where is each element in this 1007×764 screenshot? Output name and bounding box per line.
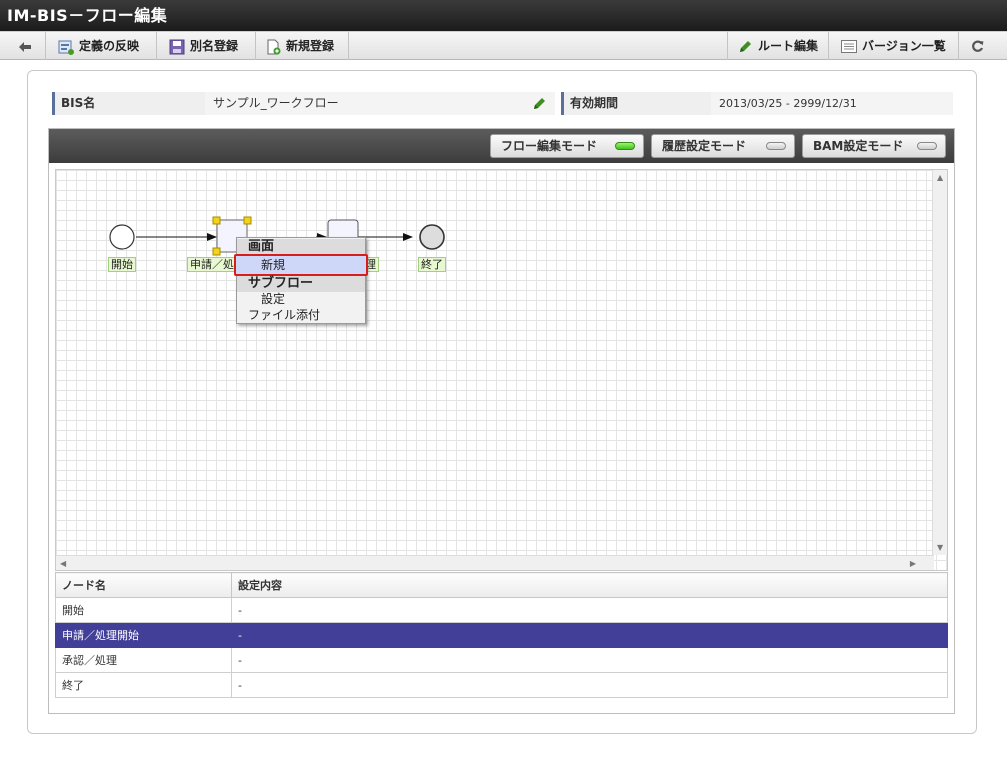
list-icon (841, 40, 857, 53)
new-document-icon (267, 39, 281, 54)
table-header-row: ノード名 設定内容 (55, 572, 948, 598)
flow-editor: フロー編集モード 履歴設定モード BAM設定モード 開始 申請／処 理 終了 ▲… (48, 128, 955, 714)
bis-name-text: サンプル_ワークフロー (213, 96, 339, 110)
bis-name-value: サンプル_ワークフロー (205, 92, 555, 115)
context-menu-section-subflow: サブフロー (237, 276, 365, 292)
refresh-icon (972, 40, 984, 52)
selection-handle (212, 216, 221, 225)
history-mode-button[interactable]: 履歴設定モード (651, 134, 795, 158)
back-button[interactable] (0, 32, 46, 60)
mode-bar: フロー編集モード 履歴設定モード BAM設定モード (49, 129, 954, 163)
vertical-scrollbar[interactable]: ▲ ▼ (932, 170, 947, 555)
context-menu-item-attach[interactable]: ファイル添付 (237, 307, 365, 323)
period-value: 2013/03/25 - 2999/12/31 (711, 92, 953, 115)
bis-name-label: BIS名 (52, 92, 205, 115)
version-list-button[interactable]: バージョン一覧 (828, 32, 958, 60)
context-menu: 画面 新規 サブフロー 設定 ファイル添付 (234, 237, 368, 324)
node-name-cell: 申請／処理開始 (55, 622, 232, 648)
inactive-indicator-icon (917, 142, 937, 150)
bam-mode-label: BAM設定モード (813, 139, 904, 153)
scroll-down-icon[interactable]: ▼ (937, 543, 943, 552)
start-node-label: 開始 (108, 257, 136, 272)
node-name-cell: 終了 (55, 672, 232, 698)
refresh-button[interactable] (958, 32, 1007, 60)
flow-edit-mode-label: フロー編集モード (501, 139, 598, 153)
route-edit-label: ルート編集 (758, 39, 819, 53)
period-label: 有効期間 (561, 92, 711, 115)
horizontal-scrollbar[interactable]: ◀ ▶ (56, 555, 934, 570)
column-header: 設定内容 (231, 572, 948, 598)
apply-definition-label: 定義の反映 (79, 39, 140, 53)
flow-diagram (109, 216, 445, 256)
active-indicator-icon (615, 142, 635, 150)
apply-definition-icon (58, 40, 74, 55)
context-menu-section-screen: 画面 (237, 239, 365, 255)
pencil-icon[interactable] (532, 96, 547, 111)
node-setting-cell: - (231, 647, 948, 673)
start-node (109, 224, 135, 250)
apply-node-label: 申請／処 (187, 257, 237, 272)
flow-canvas[interactable]: 開始 申請／処 理 終了 ▲ ▼ ◀ ▶ (55, 169, 948, 571)
bam-mode-button[interactable]: BAM設定モード (802, 134, 946, 158)
flow-edit-mode-button[interactable]: フロー編集モード (490, 134, 644, 158)
history-mode-label: 履歴設定モード (662, 139, 747, 153)
context-menu-item-new[interactable]: 新規 (234, 254, 368, 276)
inactive-indicator-icon (766, 142, 786, 150)
scroll-right-icon[interactable]: ▶ (910, 559, 916, 568)
arrow-left-icon (19, 41, 31, 52)
table-row[interactable]: 終了 - (55, 672, 948, 698)
window-title: IM-BIS－フロー編集 (0, 0, 1007, 31)
apply-definition-button[interactable]: 定義の反映 (46, 32, 157, 60)
node-name-cell: 開始 (55, 597, 232, 623)
table-row[interactable]: 承認／処理 - (55, 647, 948, 673)
node-setting-cell: - (231, 622, 948, 648)
save-as-label: 別名登録 (190, 39, 239, 53)
node-name-cell: 承認／処理 (55, 647, 232, 673)
scroll-up-icon[interactable]: ▲ (937, 173, 943, 182)
node-setting-cell: - (231, 672, 948, 698)
selection-handle (212, 247, 221, 256)
scroll-left-icon[interactable]: ◀ (60, 559, 66, 568)
node-table: ノード名 設定内容 開始 - 申請／処理開始 - 承認／処理 - 終了 - (55, 572, 948, 698)
save-as-icon (169, 39, 185, 54)
table-row[interactable]: 開始 - (55, 597, 948, 623)
end-node (419, 224, 445, 250)
pencil-icon (740, 41, 751, 52)
end-node-label: 終了 (418, 257, 446, 272)
new-register-button[interactable]: 新規登録 (256, 32, 349, 60)
table-row-selected[interactable]: 申請／処理開始 - (55, 622, 948, 648)
column-header: ノード名 (55, 572, 232, 598)
version-list-label: バージョン一覧 (862, 39, 946, 53)
save-as-button[interactable]: 別名登録 (157, 32, 256, 60)
route-edit-button[interactable]: ルート編集 (727, 32, 828, 60)
selection-handle (243, 216, 252, 225)
new-register-label: 新規登録 (286, 39, 335, 53)
node-setting-cell: - (231, 597, 948, 623)
context-menu-item-setting[interactable]: 設定 (237, 291, 365, 307)
toolbar: 定義の反映 別名登録 新規登録 ルート編集 バージョン一覧 (0, 31, 1007, 60)
